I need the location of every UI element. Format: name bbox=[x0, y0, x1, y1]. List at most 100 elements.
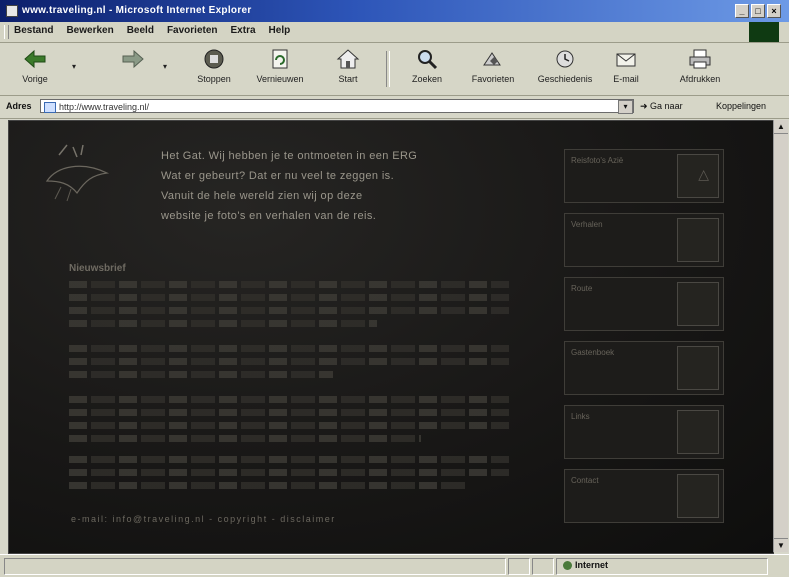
title-bar[interactable]: www.traveling.nl - Microsoft Internet Ex… bbox=[0, 0, 789, 22]
forward-dropdown[interactable]: ▾ bbox=[155, 47, 175, 87]
menu-help[interactable]: Help bbox=[269, 25, 291, 36]
site-logo-icon bbox=[45, 144, 110, 202]
intro-line: Vanuit de hele wereld zien wij op deze bbox=[161, 190, 363, 202]
footer-links[interactable]: e-mail: info@traveling.nl - copyright - … bbox=[71, 514, 336, 524]
text-line bbox=[69, 435, 421, 442]
minimize-button[interactable]: _ bbox=[735, 4, 749, 18]
text-line bbox=[69, 371, 333, 378]
vertical-scrollbar[interactable]: ▲ ▼ bbox=[773, 120, 788, 552]
page-content: Het Gat. Wij hebben je te ontmoeten in e… bbox=[8, 120, 774, 554]
links-button[interactable]: Koppelingen bbox=[716, 101, 766, 111]
sidebar-item-title: Contact bbox=[571, 476, 599, 485]
sidebar-item[interactable]: Contact bbox=[564, 469, 724, 523]
history-button[interactable]: Geschiedenis bbox=[528, 47, 602, 84]
text-line bbox=[69, 281, 509, 288]
chevron-down-icon: ▼ bbox=[777, 541, 785, 550]
triangle-icon: △ bbox=[698, 166, 709, 182]
stop-icon bbox=[204, 49, 224, 69]
search-button[interactable]: Zoeken bbox=[398, 47, 456, 84]
ie-app-icon[interactable] bbox=[6, 5, 18, 17]
back-button[interactable]: Vorige bbox=[10, 47, 60, 84]
text-line bbox=[69, 358, 509, 365]
back-label: Vorige bbox=[22, 74, 48, 84]
sidebar-item-title: Verhalen bbox=[571, 220, 603, 229]
sidebar-item[interactable]: Reisfoto's Azië △ bbox=[564, 149, 724, 203]
history-icon bbox=[556, 50, 574, 68]
back-dropdown[interactable]: ▾ bbox=[64, 47, 84, 87]
menu-view[interactable]: Beeld bbox=[127, 25, 154, 36]
favorites-label: Favorieten bbox=[471, 74, 515, 84]
menu-favorites[interactable]: Favorieten bbox=[167, 25, 218, 36]
address-dropdown[interactable]: ▾ bbox=[618, 100, 633, 114]
home-button[interactable]: Start bbox=[320, 47, 376, 84]
chevron-down-icon: ▾ bbox=[623, 102, 628, 111]
text-line bbox=[69, 345, 509, 352]
favorites-icon bbox=[483, 52, 501, 66]
menu-bar: Bestand Bewerken Beeld Favorieten Extra … bbox=[0, 22, 789, 43]
stop-label: Stoppen bbox=[197, 74, 231, 84]
sidebar-thumbnail bbox=[677, 346, 719, 390]
sidebar-thumbnail bbox=[677, 474, 719, 518]
status-bar: Internet bbox=[0, 554, 789, 577]
address-input[interactable]: http://www.traveling.nl/ bbox=[40, 99, 634, 113]
text-line bbox=[69, 469, 509, 476]
home-label: Start bbox=[338, 74, 358, 84]
windows-logo bbox=[749, 22, 779, 42]
standard-toolbar: Vorige ▾ ▾ Stoppen Vernieuwen Start Zoek… bbox=[0, 43, 789, 96]
globe-icon bbox=[563, 561, 572, 570]
sidebar-item[interactable]: Verhalen bbox=[564, 213, 724, 267]
article-body bbox=[69, 281, 509, 495]
close-button[interactable]: × bbox=[767, 4, 781, 18]
text-line bbox=[69, 396, 509, 403]
go-button[interactable]: ➜ Ga naar bbox=[640, 101, 683, 112]
window-controls: _ □ × bbox=[735, 4, 781, 18]
scroll-up-button[interactable]: ▲ bbox=[774, 120, 788, 134]
refresh-icon bbox=[272, 49, 288, 69]
address-url: http://www.traveling.nl/ bbox=[59, 102, 150, 112]
stop-button[interactable]: Stoppen bbox=[185, 47, 243, 84]
section-title[interactable]: Nieuwsbrief bbox=[69, 263, 126, 274]
sidebar-item-title: Route bbox=[571, 284, 593, 293]
back-arrow-icon bbox=[24, 49, 46, 69]
status-zone: Internet bbox=[575, 560, 609, 570]
status-progress-pane bbox=[508, 558, 530, 575]
intro-text: Het Gat. Wij hebben je te ontmoeten in e… bbox=[161, 147, 501, 227]
refresh-button[interactable]: Vernieuwen bbox=[248, 47, 312, 84]
text-line bbox=[69, 320, 377, 327]
print-label: Afdrukken bbox=[679, 74, 721, 84]
mail-button[interactable]: E-mail bbox=[604, 47, 648, 84]
chevron-down-icon: ▾ bbox=[162, 62, 167, 71]
address-bar: Adres http://www.traveling.nl/ ▾ ➜ Ga na… bbox=[0, 96, 789, 119]
menu-edit[interactable]: Bewerken bbox=[66, 25, 113, 36]
chevron-down-icon: ▾ bbox=[71, 62, 76, 71]
scroll-down-button[interactable]: ▼ bbox=[774, 538, 788, 552]
address-label: Adres bbox=[6, 101, 32, 111]
search-icon bbox=[418, 50, 438, 70]
sidebar-item-title: Links bbox=[571, 412, 590, 421]
browser-window: www.traveling.nl - Microsoft Internet Ex… bbox=[0, 0, 789, 577]
history-label: Geschiedenis bbox=[537, 74, 593, 84]
print-button[interactable]: Afdrukken bbox=[668, 47, 732, 84]
toolbar-separator bbox=[386, 51, 390, 87]
chevron-up-icon: ▲ bbox=[777, 122, 785, 131]
text-line bbox=[69, 422, 509, 429]
sidebar-thumbnail bbox=[677, 218, 719, 262]
sidebar-item[interactable]: Route bbox=[564, 277, 724, 331]
menu-grip[interactable] bbox=[4, 25, 9, 39]
forward-button[interactable] bbox=[108, 47, 158, 74]
sidebar-item[interactable]: Gastenboek bbox=[564, 341, 724, 395]
intro-line: website je foto's en verhalen van de rei… bbox=[161, 210, 377, 222]
text-line bbox=[69, 482, 465, 489]
mail-label: E-mail bbox=[613, 74, 639, 84]
maximize-button[interactable]: □ bbox=[751, 4, 765, 18]
favorites-button[interactable]: Favorieten bbox=[462, 47, 524, 84]
menu-tools[interactable]: Extra bbox=[231, 25, 256, 36]
text-line bbox=[69, 456, 509, 463]
menu-file[interactable]: Bestand bbox=[14, 25, 53, 36]
text-line bbox=[69, 307, 509, 314]
home-icon bbox=[336, 49, 360, 69]
sidebar-item[interactable]: Links bbox=[564, 405, 724, 459]
sidebar-item-title: Reisfoto's Azië bbox=[571, 156, 624, 165]
status-security-pane bbox=[532, 558, 554, 575]
refresh-label: Vernieuwen bbox=[256, 74, 304, 84]
